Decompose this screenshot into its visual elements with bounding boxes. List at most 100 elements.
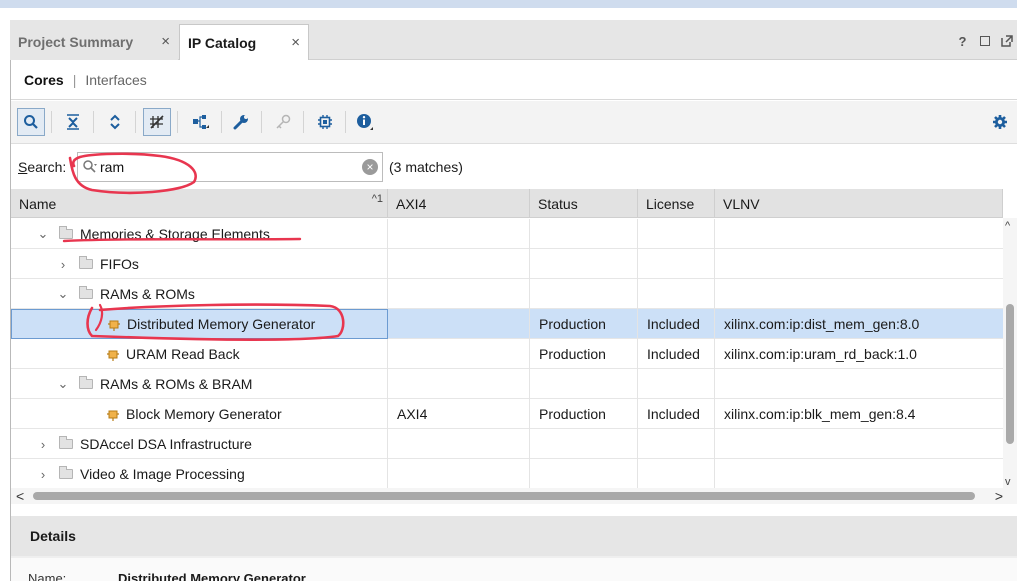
table-row[interactable]: Block Memory Generator AXI4 Production Incl… bbox=[11, 399, 1003, 429]
tab-bar: Project Summary × IP Catalog × ? bbox=[10, 20, 1017, 61]
scroll-down-icon[interactable]: v bbox=[1005, 476, 1011, 488]
table-header: Name ^1 AXI4 Status License VLNV bbox=[11, 189, 1003, 218]
ip-core-icon bbox=[107, 408, 119, 421]
scroll-thumb[interactable] bbox=[33, 492, 975, 500]
row-name: URAM Read Back bbox=[126, 346, 240, 362]
search-icon[interactable] bbox=[17, 108, 45, 136]
row-name: Memories & Storage Elements bbox=[80, 226, 270, 242]
axi4-cell bbox=[388, 429, 530, 459]
float-icon[interactable] bbox=[1000, 34, 1013, 48]
status-cell: Production bbox=[530, 309, 638, 339]
ip-catalog-panel: Cores | Interfaces Search: ram × (3 matc… bbox=[11, 60, 1017, 516]
table-row[interactable]: Distributed Memory Generator Production In… bbox=[11, 309, 1003, 339]
name-cell[interactable]: › Video & Image Processing bbox=[11, 459, 388, 489]
restore-icon[interactable] bbox=[978, 34, 991, 48]
table-row[interactable]: ⌄ RAMs & ROMs bbox=[11, 279, 1003, 309]
tab-label: Project Summary bbox=[18, 34, 134, 50]
folder-icon bbox=[59, 466, 73, 479]
ip-core-icon bbox=[107, 348, 119, 361]
customize-wrench-icon[interactable] bbox=[227, 108, 255, 136]
name-cell[interactable]: ⌄ RAMs & ROMs bbox=[11, 279, 388, 309]
tab-ip-catalog[interactable]: IP Catalog × bbox=[179, 24, 309, 61]
title-bar-strip bbox=[0, 0, 1017, 8]
license-cell: Included bbox=[638, 399, 715, 429]
key-icon[interactable] bbox=[269, 108, 297, 136]
horizontal-scrollbar[interactable]: < > bbox=[11, 488, 1017, 504]
toggle-filter-icon[interactable] bbox=[143, 108, 171, 136]
search-icon bbox=[82, 159, 98, 178]
column-header-vlnv[interactable]: VLNV bbox=[715, 189, 1003, 218]
row-name: Distributed Memory Generator bbox=[127, 316, 316, 332]
folder-icon bbox=[59, 436, 73, 449]
chevron-right-icon[interactable]: › bbox=[37, 437, 49, 452]
vlnv-cell bbox=[715, 369, 1003, 399]
table-row[interactable]: ⌄ Memories & Storage Elements bbox=[11, 219, 1003, 249]
details-name-label: Name: bbox=[28, 571, 67, 581]
column-header-name[interactable]: Name ^1 bbox=[11, 189, 388, 218]
status-cell: Production bbox=[530, 399, 638, 429]
subtab-separator: | bbox=[72, 71, 77, 88]
table-row[interactable]: URAM Read Back Production Included xilinx.c… bbox=[11, 339, 1003, 369]
name-cell[interactable]: ⌄ RAMs & ROMs & BRAM bbox=[11, 369, 388, 399]
column-header-license[interactable]: License bbox=[638, 189, 715, 218]
name-cell[interactable]: Block Memory Generator bbox=[11, 399, 388, 429]
axi4-cell: AXI4 bbox=[388, 399, 530, 429]
vlnv-cell bbox=[715, 279, 1003, 309]
subtab-interfaces[interactable]: Interfaces bbox=[85, 72, 146, 88]
search-input[interactable] bbox=[100, 157, 360, 177]
column-header-axi4[interactable]: AXI4 bbox=[388, 189, 530, 218]
scroll-up-icon[interactable]: ^ bbox=[1005, 220, 1010, 232]
row-name: Video & Image Processing bbox=[80, 466, 245, 482]
match-count: (3 matches) bbox=[389, 159, 463, 175]
folder-icon bbox=[79, 286, 93, 299]
license-cell: Included bbox=[638, 309, 715, 339]
info-icon[interactable] bbox=[351, 108, 379, 136]
expand-all-icon[interactable] bbox=[101, 108, 129, 136]
name-cell[interactable]: Distributed Memory Generator bbox=[11, 309, 388, 339]
table-row[interactable]: ⌄ RAMs & ROMs & BRAM bbox=[11, 369, 1003, 399]
name-cell[interactable]: URAM Read Back bbox=[11, 339, 388, 369]
hierarchy-icon[interactable] bbox=[187, 108, 215, 136]
sort-ascending-icon: ^1 bbox=[371, 193, 383, 205]
column-header-status[interactable]: Status bbox=[530, 189, 638, 218]
chevron-right-icon[interactable]: › bbox=[37, 467, 49, 482]
scroll-left-icon[interactable]: < bbox=[16, 488, 24, 504]
help-icon[interactable]: ? bbox=[956, 34, 969, 49]
chip-icon[interactable] bbox=[311, 108, 339, 136]
chevron-down-icon[interactable]: ⌄ bbox=[57, 286, 69, 302]
axi4-cell bbox=[388, 459, 530, 489]
settings-gear-icon[interactable] bbox=[986, 108, 1014, 136]
close-icon[interactable]: × bbox=[161, 33, 170, 50]
vlnv-cell bbox=[715, 219, 1003, 249]
close-icon[interactable]: × bbox=[291, 34, 300, 51]
vlnv-cell bbox=[715, 459, 1003, 489]
row-name: RAMs & ROMs bbox=[100, 286, 195, 302]
scroll-thumb[interactable] bbox=[1006, 304, 1014, 444]
gap bbox=[0, 8, 1017, 20]
name-cell[interactable]: › FIFOs bbox=[11, 249, 388, 279]
folder-icon bbox=[79, 256, 93, 269]
collapse-all-icon[interactable] bbox=[59, 108, 87, 136]
subtab-cores[interactable]: Cores bbox=[24, 72, 64, 88]
table-row[interactable]: › FIFOs bbox=[11, 249, 1003, 279]
chevron-down-icon[interactable]: ⌄ bbox=[57, 376, 69, 392]
vertical-scrollbar[interactable]: ^ v bbox=[1003, 218, 1017, 490]
scroll-right-icon[interactable]: > bbox=[995, 488, 1003, 504]
table-row[interactable]: › Video & Image Processing bbox=[11, 459, 1003, 489]
license-cell bbox=[638, 219, 715, 249]
name-cell[interactable]: › SDAccel DSA Infrastructure bbox=[11, 429, 388, 459]
name-cell[interactable]: ⌄ Memories & Storage Elements bbox=[11, 219, 388, 249]
status-cell bbox=[530, 219, 638, 249]
window-controls: ? bbox=[956, 34, 1013, 49]
row-name: FIFOs bbox=[100, 256, 139, 272]
tab-project-summary[interactable]: Project Summary × bbox=[10, 24, 178, 60]
chevron-down-icon[interactable]: ⌄ bbox=[37, 226, 49, 242]
table-row[interactable]: › SDAccel DSA Infrastructure bbox=[11, 429, 1003, 459]
status-cell bbox=[530, 459, 638, 489]
status-cell bbox=[530, 429, 638, 459]
license-cell bbox=[638, 279, 715, 309]
details-title: Details bbox=[11, 516, 1017, 556]
search-field[interactable]: × bbox=[77, 152, 383, 182]
clear-search-icon[interactable]: × bbox=[362, 159, 378, 175]
chevron-right-icon[interactable]: › bbox=[57, 257, 69, 272]
